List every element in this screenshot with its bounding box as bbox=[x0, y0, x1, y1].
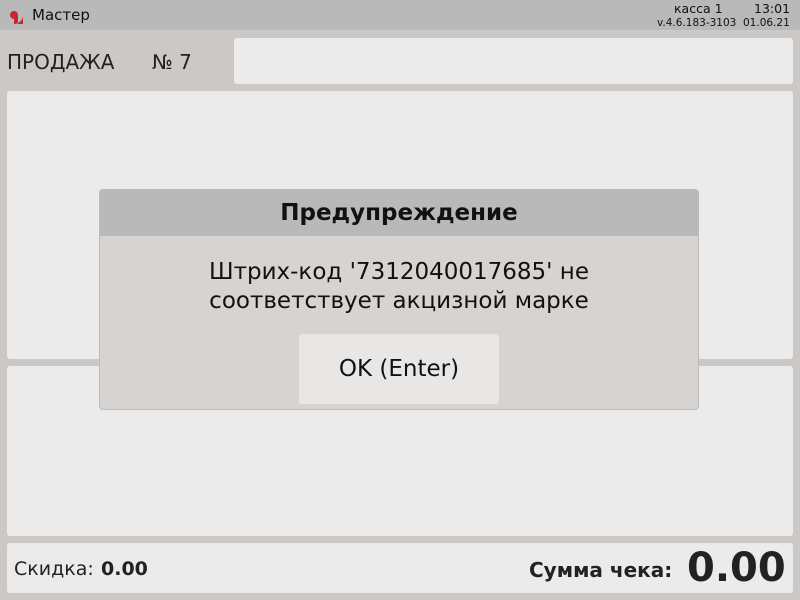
sale-label: ПРОДАЖА bbox=[7, 50, 115, 74]
total-label: Сумма чека: bbox=[529, 558, 673, 582]
discount-value: 0.00 bbox=[101, 558, 148, 580]
dialog-message-line2: соответствует акцизной марке bbox=[209, 288, 589, 314]
clock: 13:01 bbox=[754, 1, 791, 16]
top-bar: Мастер касса 1 13:01 v.4.6.183-3103 01.0… bbox=[0, 0, 800, 30]
register-label: касса 1 bbox=[674, 1, 723, 16]
app-logo-icon bbox=[5, 6, 23, 24]
receipt-number: № 7 bbox=[152, 50, 192, 74]
dialog-message: Штрих-код '7312040017685' не соответству… bbox=[120, 258, 678, 316]
warning-dialog: Предупреждение Штрих-код '7312040017685'… bbox=[100, 190, 698, 409]
dialog-title: Предупреждение bbox=[280, 200, 518, 226]
dialog-message-line1: Штрих-код '7312040017685' не bbox=[208, 259, 589, 285]
ok-button[interactable]: OK (Enter) bbox=[299, 334, 499, 404]
total-value: 0.00 bbox=[687, 545, 786, 591]
footer-totals: Скидка: 0.00 Сумма чека: 0.00 bbox=[7, 543, 793, 593]
dialog-header: Предупреждение bbox=[100, 190, 698, 236]
version-label: v.4.6.183-3103 01.06.21 bbox=[657, 17, 790, 29]
discount-label: Скидка: bbox=[14, 558, 94, 580]
app-title: Мастер bbox=[32, 6, 90, 24]
barcode-input[interactable] bbox=[234, 38, 793, 84]
